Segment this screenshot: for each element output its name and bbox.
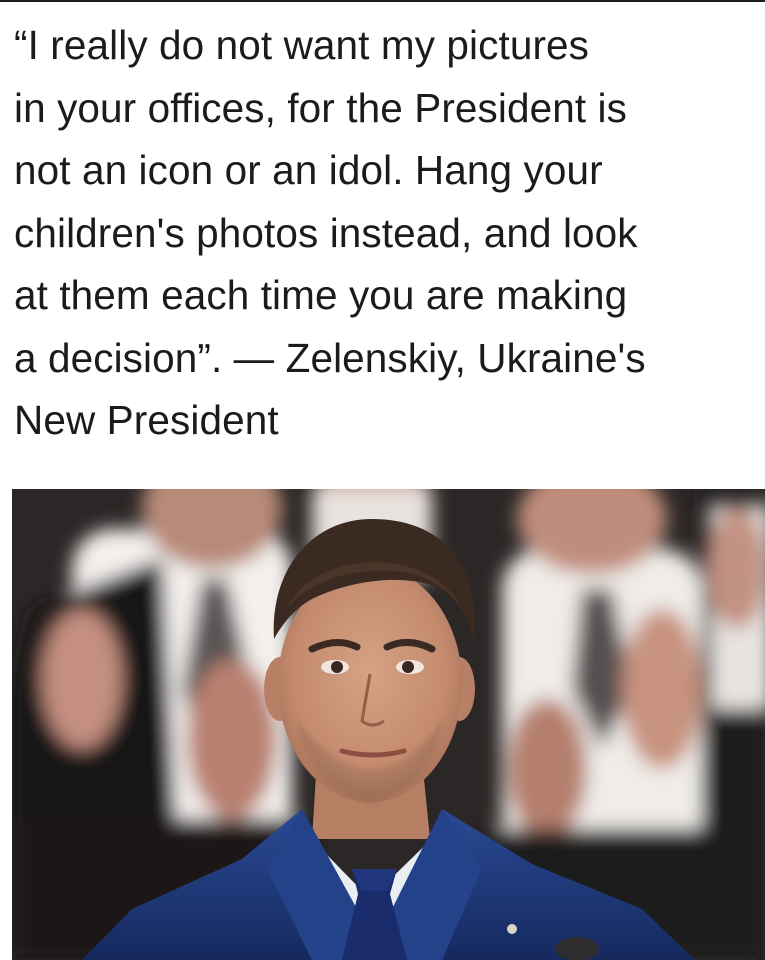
quote-line-2: in your offices, for the President is xyxy=(14,84,627,131)
meme-page: “I really do not want my pictures in you… xyxy=(0,0,765,960)
portrait-photo xyxy=(12,489,765,960)
quote-line-3: not an icon or an idol. Hang your xyxy=(14,147,603,193)
quote-line-7: New President xyxy=(14,397,279,443)
quote-line-1: “I really do not want my pictures xyxy=(14,22,590,68)
quote-text: “I really do not want my pictures in you… xyxy=(14,14,759,452)
top-border xyxy=(0,0,765,2)
quote-line-5: at them each time you are making xyxy=(14,272,628,318)
quote-line-4: children's photos instead, and look xyxy=(14,209,638,256)
portrait-illustration xyxy=(12,489,765,960)
quote-line-6: a decision”. — Zelenskiy, Ukraine's xyxy=(14,334,646,381)
